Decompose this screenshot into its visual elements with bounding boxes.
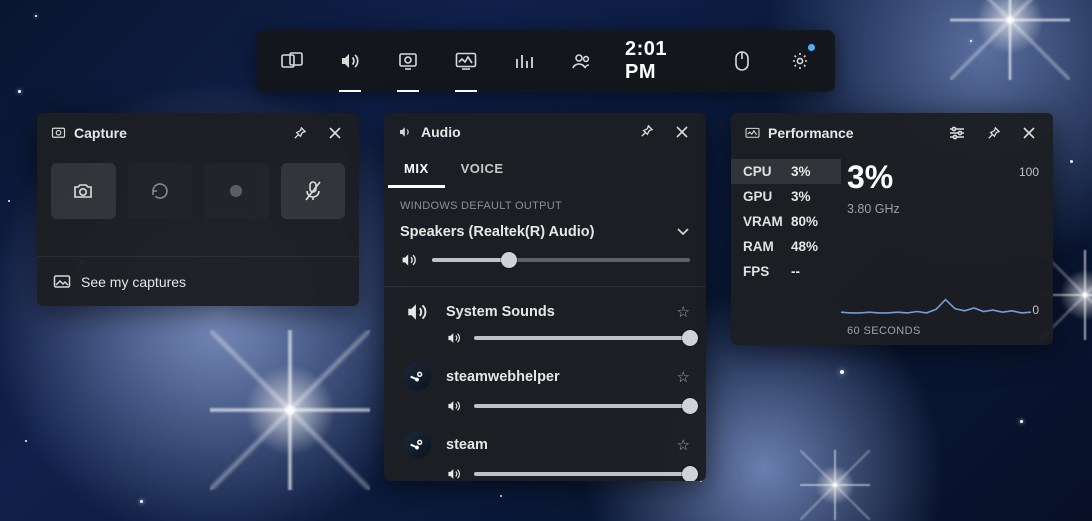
performance-panel-header: Performance	[731, 113, 1053, 153]
capture-panel: Capture	[37, 113, 359, 306]
app-volume-slider[interactable]	[474, 404, 690, 408]
capture-panel-title: Capture	[74, 125, 277, 141]
favorite-star-button[interactable]: ☆	[677, 303, 690, 321]
app-name: steam	[446, 437, 665, 453]
cpu-sparkline	[841, 245, 1031, 315]
capture-panel-header: Capture	[37, 113, 359, 153]
settings-toolbar-button[interactable]	[771, 30, 829, 92]
metric-gpu[interactable]: GPU 3%	[731, 184, 841, 209]
metric-ram[interactable]: RAM 48%	[731, 234, 841, 259]
y-axis-min: 0	[1032, 303, 1039, 317]
see-my-captures-button[interactable]: See my captures	[37, 256, 359, 306]
toolbar-clock: 2:01 PM	[611, 38, 713, 84]
speaker-icon	[398, 125, 413, 139]
app-volume-item: steam ☆	[384, 423, 706, 481]
capture-actions-row	[37, 153, 359, 227]
favorite-star-button[interactable]: ☆	[677, 436, 690, 454]
performance-icon	[745, 127, 760, 140]
perf-options-button[interactable]	[943, 119, 971, 147]
pin-button[interactable]	[285, 119, 313, 147]
app-volume-slider[interactable]	[474, 336, 690, 340]
gamebar-toolbar: 2:01 PM	[257, 30, 835, 92]
steam-icon	[403, 431, 431, 459]
close-button[interactable]	[321, 119, 349, 147]
metric-cpu[interactable]: CPU 3%	[731, 159, 841, 184]
app-name: steamwebhelper	[446, 369, 665, 385]
output-device-dropdown[interactable]: Speakers (Realtek(R) Audio)	[384, 216, 706, 246]
app-icon	[400, 363, 434, 391]
wallpaper-star-burst	[210, 330, 370, 490]
tab-mix[interactable]: MIX	[388, 151, 445, 188]
pin-button[interactable]	[979, 119, 1007, 147]
master-volume-row	[384, 246, 706, 286]
wallpaper-star-burst	[800, 450, 870, 520]
performance-body: CPU 3% GPU 3% VRAM 80% RAM 48% FPS -- 3%…	[731, 153, 1053, 345]
chevron-down-icon	[676, 227, 690, 237]
app-volume-slider[interactable]	[474, 472, 690, 476]
close-button[interactable]	[1015, 119, 1043, 147]
notification-dot-icon	[808, 44, 815, 51]
tab-voice[interactable]: VOICE	[445, 151, 520, 188]
speaker-icon[interactable]	[446, 331, 462, 345]
app-icon	[400, 431, 434, 459]
cpu-clock: 3.80 GHz	[847, 202, 1039, 216]
audio-toolbar-button[interactable]	[321, 30, 379, 92]
app-icon	[400, 301, 434, 323]
audio-panel-header: Audio	[384, 113, 706, 151]
performance-toolbar-button[interactable]	[437, 30, 495, 92]
close-button[interactable]	[668, 118, 696, 146]
mic-toggle-button[interactable]	[281, 163, 346, 219]
screenshot-button[interactable]	[51, 163, 116, 219]
audio-panel: Audio MIX VOICE WINDOWS DEFAULT OUTPUT S…	[384, 113, 706, 481]
app-volume-item: System Sounds ☆	[384, 293, 706, 355]
record-last-button[interactable]	[128, 163, 193, 219]
master-volume-slider[interactable]	[432, 258, 690, 262]
speaker-icon[interactable]	[446, 467, 462, 481]
x-axis-label: 60 SECONDS	[847, 325, 921, 337]
start-recording-button[interactable]	[204, 163, 269, 219]
app-name: System Sounds	[446, 304, 665, 320]
mouse-passthrough-button[interactable]	[713, 30, 771, 92]
pin-button[interactable]	[632, 118, 660, 146]
capture-icon	[51, 126, 66, 141]
audio-panel-title: Audio	[421, 124, 624, 140]
steam-icon	[403, 363, 431, 391]
headline-value: 3%	[847, 159, 1039, 196]
speaker-icon[interactable]	[400, 252, 418, 268]
widgets-menu-button[interactable]	[263, 30, 321, 92]
metric-list: CPU 3% GPU 3% VRAM 80% RAM 48% FPS --	[731, 153, 841, 345]
app-volume-list: System Sounds ☆ steamwebhelper ☆ steam ☆	[384, 286, 706, 481]
performance-chart-area: 3% 3.80 GHz 100 0 60 SECONDS	[841, 153, 1053, 345]
output-section-label: WINDOWS DEFAULT OUTPUT	[384, 188, 706, 216]
capture-toolbar-button[interactable]	[379, 30, 437, 92]
performance-panel-title: Performance	[768, 125, 935, 141]
y-axis-max: 100	[1019, 165, 1039, 179]
metric-fps[interactable]: FPS --	[731, 259, 841, 284]
performance-panel: Performance CPU 3% GPU 3% VRAM	[731, 113, 1053, 345]
app-volume-item: steamwebhelper ☆	[384, 355, 706, 423]
resources-toolbar-button[interactable]	[495, 30, 553, 92]
wallpaper-star-burst	[950, 0, 1070, 80]
speaker-icon[interactable]	[446, 399, 462, 413]
gallery-icon	[53, 274, 71, 290]
metric-vram[interactable]: VRAM 80%	[731, 209, 841, 234]
audio-tabs: MIX VOICE	[384, 151, 706, 188]
favorite-star-button[interactable]: ☆	[677, 368, 690, 386]
xbox-social-toolbar-button[interactable]	[553, 30, 611, 92]
output-device-name: Speakers (Realtek(R) Audio)	[400, 224, 594, 240]
see-my-captures-label: See my captures	[81, 274, 186, 290]
